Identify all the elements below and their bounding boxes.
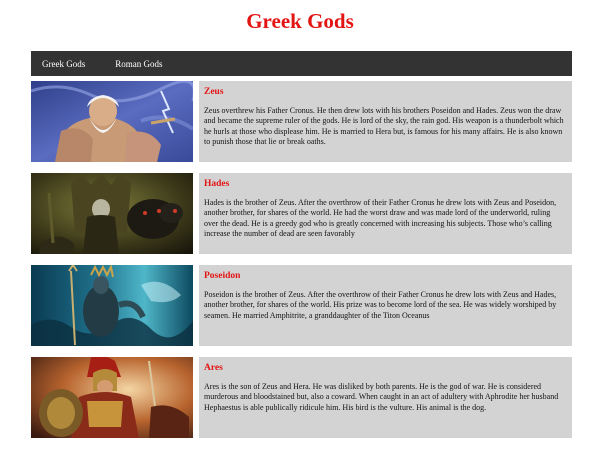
nav-link-roman-gods[interactable]: Roman Gods [115,59,162,69]
god-description: Ares is the son of Zeus and Hera. He was… [204,382,559,412]
ares-image [31,357,193,438]
god-info-poseidon: Poseidon Poseidon is the brother of Zeus… [199,265,572,346]
god-card-poseidon: Poseidon Poseidon is the brother of Zeus… [31,265,572,346]
god-name: Zeus [204,87,224,97]
nav-link-greek-gods[interactable]: Greek Gods [42,59,85,69]
god-card-zeus: Zeus Zeus overthrew his Father Cronus. H… [31,81,572,162]
page-title: Greek Gods [246,9,354,33]
zeus-image [31,81,193,162]
navbar: Greek Gods Roman Gods [31,51,572,76]
god-card-hades: Hades Hades is the brother of Zeus. Afte… [31,173,572,254]
god-name: Poseidon [204,271,241,281]
god-info-zeus: Zeus Zeus overthrew his Father Cronus. H… [199,81,572,162]
god-description: Zeus overthrew his Father Cronus. He the… [204,106,564,147]
poseidon-image [31,265,193,346]
god-info-hades: Hades Hades is the brother of Zeus. Afte… [199,173,572,254]
god-description: Hades is the brother of Zeus. After the … [204,198,557,239]
god-description: Poseidon is the brother of Zeus. After t… [204,290,557,320]
god-card-ares: Ares Ares is the son of Zeus and Hera. H… [31,357,572,438]
hades-image [31,173,193,254]
god-info-ares: Ares Ares is the son of Zeus and Hera. H… [199,357,572,438]
god-name: Hades [204,179,230,189]
god-name: Ares [204,363,223,373]
